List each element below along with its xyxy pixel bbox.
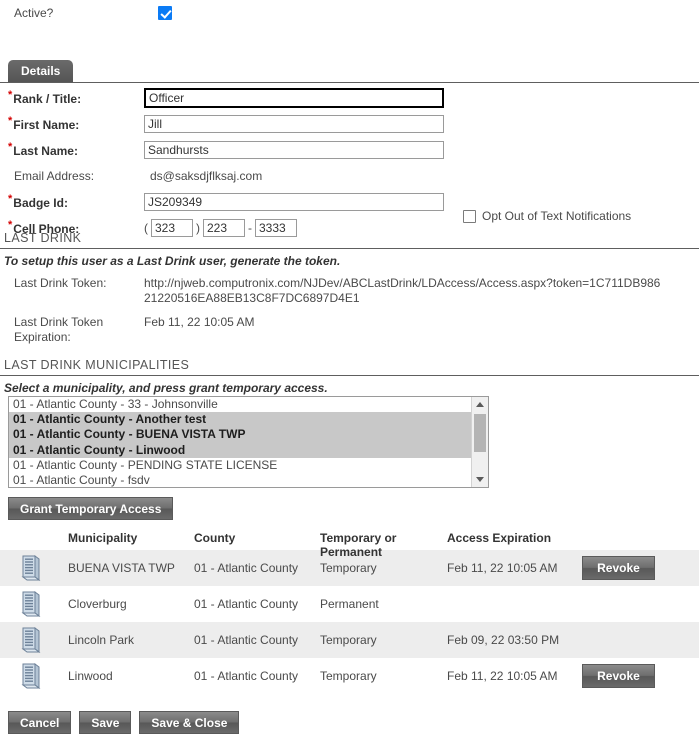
last-name-input[interactable] xyxy=(144,141,444,159)
email-address-label: Email Address: xyxy=(14,169,95,183)
revoke-button[interactable]: Revoke xyxy=(582,664,655,688)
required-asterisk-icon: * xyxy=(8,115,13,127)
scroll-up-arrow-icon[interactable] xyxy=(472,397,488,412)
municipality-option[interactable]: 01 - Atlantic County - fsdv xyxy=(9,473,471,487)
last-drink-section: LAST DRINK To setup this user as a Last … xyxy=(0,231,699,345)
last-drink-token-row: Last Drink Token: http://njweb.computron… xyxy=(0,276,699,306)
scroll-down-arrow-icon[interactable] xyxy=(472,472,488,487)
cell-county: 01 - Atlantic County xyxy=(194,633,299,647)
active-field-row: Active? xyxy=(0,0,699,26)
last-drink-section-title: LAST DRINK xyxy=(0,231,699,249)
first-name-label: *First Name: xyxy=(8,115,80,133)
cell-actions: Revoke xyxy=(582,664,699,688)
active-label: Active? xyxy=(14,6,54,20)
last-drink-expiration-row: Last Drink Token Expiration: Feb 11, 22 … xyxy=(0,315,699,345)
first-name-input[interactable] xyxy=(144,115,444,133)
municipality-building-icon xyxy=(21,555,41,581)
cell-access-type: Permanent xyxy=(320,597,379,611)
required-asterisk-icon: * xyxy=(8,219,13,231)
municipalities-section-title: LAST DRINK MUNICIPALITIES xyxy=(0,358,699,376)
column-header-type: Temporary or Permanent xyxy=(320,531,397,559)
required-asterisk-icon: * xyxy=(8,89,13,101)
access-table-body: BUENA VISTA TWP 01 - Atlantic County Tempo… xyxy=(0,550,699,694)
municipality-building-icon xyxy=(21,663,41,689)
municipality-listbox[interactable]: 01 - Atlantic County - 33 - Johnsonville… xyxy=(8,396,489,488)
municipality-building-icon xyxy=(0,553,68,583)
badge-id-input[interactable] xyxy=(144,193,444,211)
municipality-option[interactable]: 01 - Atlantic County - BUENA VISTA TWP xyxy=(9,427,471,443)
active-checkbox[interactable] xyxy=(158,6,172,20)
municipality-building-icon xyxy=(0,625,68,655)
table-row: Lincoln Park 01 - Atlantic County Temporar… xyxy=(0,622,699,658)
opt-out-group: Opt Out of Text Notifications xyxy=(463,209,631,223)
last-drink-token-label: Last Drink Token: xyxy=(14,276,107,290)
cell-access-expiration: Feb 09, 22 03:50 PM xyxy=(447,633,560,647)
cell-municipality: Linwood xyxy=(68,669,113,683)
cell-county: 01 - Atlantic County xyxy=(194,597,299,611)
opt-out-checkbox[interactable] xyxy=(463,209,476,223)
required-asterisk-icon: * xyxy=(8,193,13,205)
save-button[interactable]: Save xyxy=(79,711,132,734)
tab-strip: Details xyxy=(0,60,699,83)
cell-actions: Revoke xyxy=(582,556,699,580)
municipality-building-icon xyxy=(21,627,41,653)
column-header-county: County xyxy=(194,531,236,545)
last-name-row: *Last Name: xyxy=(0,137,699,163)
cell-municipality: Lincoln Park xyxy=(68,633,135,647)
cell-access-expiration: Feb 11, 22 10:05 AM xyxy=(447,561,558,575)
last-drink-token-value: http://njweb.computronix.com/NJDev/ABCLa… xyxy=(144,276,661,305)
cell-access-expiration: Feb 11, 22 10:05 AM xyxy=(447,669,558,683)
rank-title-input[interactable] xyxy=(144,88,444,108)
municipalities-instruction: Select a municipality, and press grant t… xyxy=(4,381,328,395)
rank-title-label: *Rank / Title: xyxy=(8,89,82,107)
email-address-value: ds@saksdjflksaj.com xyxy=(150,169,263,183)
cell-county: 01 - Atlantic County xyxy=(194,561,299,575)
cell-access-type: Temporary xyxy=(320,669,377,683)
municipality-scrollbar[interactable] xyxy=(471,397,488,487)
tab-details[interactable]: Details xyxy=(8,60,74,82)
municipalities-section: LAST DRINK MUNICIPALITIES Select a munic… xyxy=(0,358,699,395)
last-drink-instruction: To setup this user as a Last Drink user,… xyxy=(4,254,341,268)
first-name-row: *First Name: xyxy=(0,111,699,137)
email-address-row: Email Address: ds@saksdjflksaj.com xyxy=(0,163,699,189)
municipality-building-icon xyxy=(0,589,68,619)
municipality-option[interactable]: 01 - Atlantic County - 33 - Johnsonville xyxy=(9,397,471,412)
last-name-label: *Last Name: xyxy=(8,141,78,159)
column-header-municipality: Municipality xyxy=(68,531,138,545)
cell-county: 01 - Atlantic County xyxy=(194,669,299,683)
save-and-close-button[interactable]: Save & Close xyxy=(139,711,240,734)
municipality-option[interactable]: 01 - Atlantic County - PENDING STATE LIC… xyxy=(9,458,471,473)
tab-underline xyxy=(0,82,699,83)
revoke-button[interactable]: Revoke xyxy=(582,556,655,580)
opt-out-label: Opt Out of Text Notifications xyxy=(482,209,632,223)
rank-title-row: *Rank / Title: xyxy=(0,85,699,111)
cell-municipality: BUENA VISTA TWP xyxy=(68,561,175,575)
municipality-option[interactable]: 01 - Atlantic County - Another test xyxy=(9,412,471,428)
scrollbar-thumb[interactable] xyxy=(474,414,486,452)
cancel-button[interactable]: Cancel xyxy=(8,711,72,734)
badge-id-label: *Badge Id: xyxy=(8,193,68,211)
footer-actions: Cancel Save Save & Close xyxy=(8,711,240,734)
municipality-option-list[interactable]: 01 - Atlantic County - 33 - Johnsonville… xyxy=(9,397,471,487)
column-header-expiration: Access Expiration xyxy=(447,531,552,545)
cell-access-type: Temporary xyxy=(320,633,377,647)
cell-municipality: Cloverburg xyxy=(68,597,127,611)
table-row: Linwood 01 - Atlantic County Temporary Feb … xyxy=(0,658,699,694)
cell-access-type: Temporary xyxy=(320,561,377,575)
table-row: Cloverburg 01 - Atlantic County Permanent xyxy=(0,586,699,622)
municipality-building-icon xyxy=(21,591,41,617)
municipality-building-icon xyxy=(0,661,68,691)
last-drink-expiration-value: Feb 11, 22 10:05 AM xyxy=(144,315,255,329)
access-table: Municipality County Temporary or Permane… xyxy=(0,531,699,694)
access-table-header: Municipality County Temporary or Permane… xyxy=(0,531,699,559)
required-asterisk-icon: * xyxy=(8,141,13,153)
grant-temporary-access-button[interactable]: Grant Temporary Access xyxy=(8,497,174,520)
last-drink-expiration-label: Last Drink Token Expiration: xyxy=(14,315,104,344)
municipality-option[interactable]: 01 - Atlantic County - Linwood xyxy=(9,442,471,458)
